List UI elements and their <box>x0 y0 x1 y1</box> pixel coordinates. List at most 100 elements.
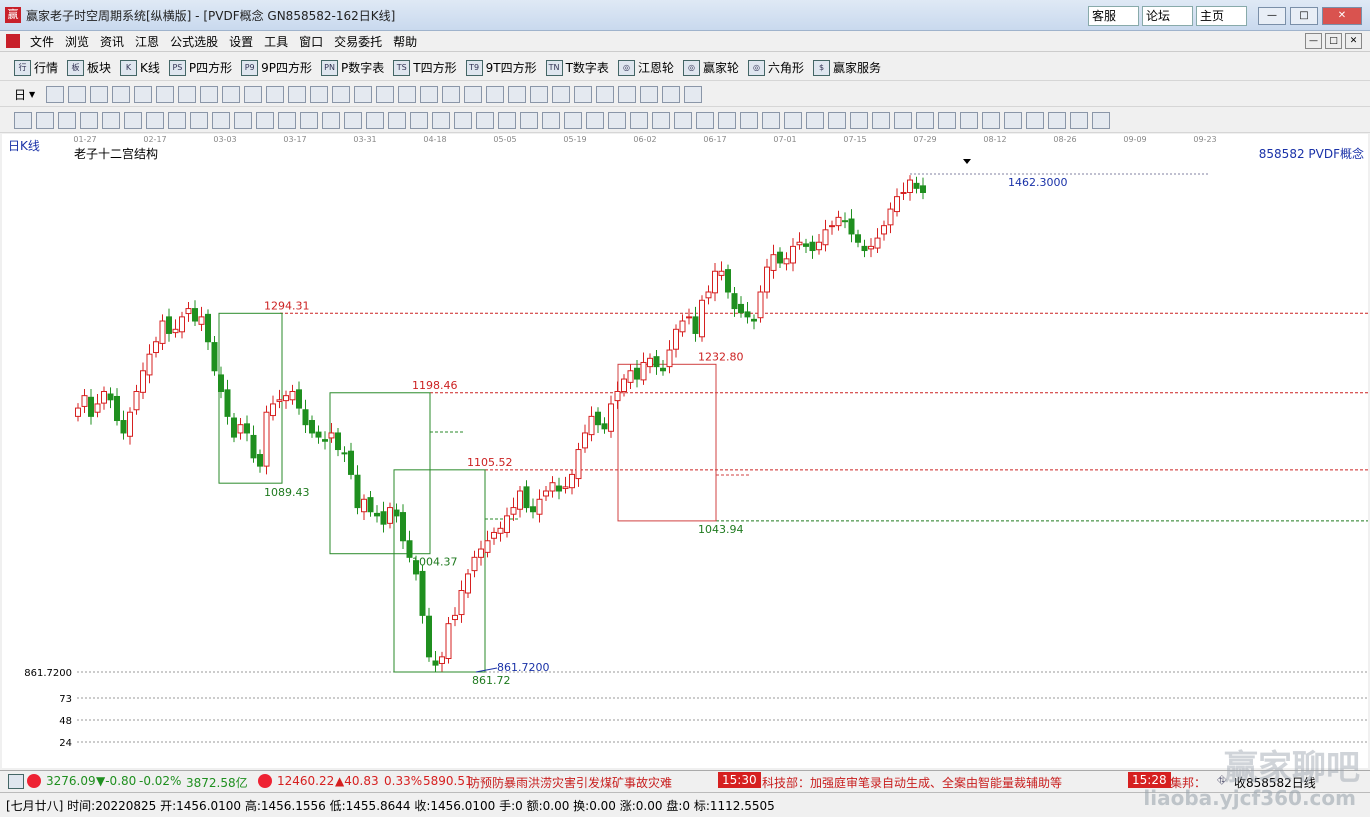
tool-icon[interactable] <box>112 86 130 103</box>
drawing-tool-icon[interactable] <box>806 112 824 129</box>
tool-icon[interactable] <box>310 86 328 103</box>
menu-item[interactable]: 设置 <box>229 33 253 50</box>
toolbar-button[interactable]: 行行情 <box>14 59 58 76</box>
mdi-restore-button[interactable]: □ <box>1325 33 1342 49</box>
drawing-tool-icon[interactable] <box>14 112 32 129</box>
news-ticker-2[interactable]: 科技部：加强庭审笔录自动生成、全案由智能量裁辅助等 <box>762 774 1062 791</box>
tool-icon[interactable] <box>552 86 570 103</box>
toolbar-button[interactable]: P9 9P四方形 <box>241 59 312 76</box>
drawing-tool-icon[interactable] <box>256 112 274 129</box>
tool-icon[interactable] <box>156 86 174 103</box>
drawing-tool-icon[interactable] <box>322 112 340 129</box>
period-select[interactable]: 日 ▼ <box>14 86 42 103</box>
drawing-tool-icon[interactable] <box>894 112 912 129</box>
tool-icon[interactable] <box>618 86 636 103</box>
drawing-tool-icon[interactable] <box>740 112 758 129</box>
drawing-tool-icon[interactable] <box>542 112 560 129</box>
mdi-close-button[interactable]: ✕ <box>1345 33 1362 49</box>
tool-icon[interactable] <box>332 86 350 103</box>
toolbar-button[interactable]: TS T四方形 <box>393 59 457 76</box>
menu-item[interactable]: 帮助 <box>393 33 417 50</box>
tool-icon[interactable] <box>68 86 86 103</box>
drawing-tool-icon[interactable] <box>102 112 120 129</box>
tool-icon[interactable] <box>266 86 284 103</box>
drawing-tool-icon[interactable] <box>366 112 384 129</box>
drawing-tool-icon[interactable] <box>212 112 230 129</box>
drawing-tool-icon[interactable] <box>1092 112 1110 129</box>
toolbar-button[interactable]: ◎ 赢家轮 <box>682 59 739 76</box>
drawing-tool-icon[interactable] <box>718 112 736 129</box>
drawing-tool-icon[interactable] <box>190 112 208 129</box>
tool-icon[interactable] <box>486 86 504 103</box>
tool-icon[interactable] <box>442 86 460 103</box>
toolbar-button[interactable]: PN P数字表 <box>321 59 384 76</box>
drawing-tool-icon[interactable] <box>630 112 648 129</box>
kline-chart-svg[interactable]: 01-27 02-17 03-03 03-17 03-31 04-18 05-05 05-19… <box>2 134 1368 768</box>
tool-icon[interactable] <box>46 86 64 103</box>
menu-item[interactable]: 交易委托 <box>334 33 382 50</box>
toolbar-button[interactable]: 板板块 <box>67 59 111 76</box>
menu-item[interactable]: 江恩 <box>135 33 159 50</box>
drawing-tool-icon[interactable] <box>762 112 780 129</box>
tool-icon[interactable] <box>90 86 108 103</box>
drawing-tool-icon[interactable] <box>564 112 582 129</box>
tool-icon[interactable] <box>464 86 482 103</box>
drawing-tool-icon[interactable] <box>872 112 890 129</box>
drawing-tool-icon[interactable] <box>674 112 692 129</box>
minimize-button[interactable]: — <box>1258 7 1286 25</box>
tool-icon[interactable] <box>662 86 680 103</box>
drawing-tool-icon[interactable] <box>608 112 626 129</box>
drawing-tool-icon[interactable] <box>938 112 956 129</box>
drawing-tool-icon[interactable] <box>1004 112 1022 129</box>
drawing-tool-icon[interactable] <box>476 112 494 129</box>
drawing-tool-icon[interactable] <box>432 112 450 129</box>
tool-icon[interactable] <box>574 86 592 103</box>
tool-icon[interactable] <box>508 86 526 103</box>
drawing-tool-icon[interactable] <box>300 112 318 129</box>
toolbar-button[interactable]: ◎ 江恩轮 <box>617 59 674 76</box>
toolbar-button[interactable]: TN T数字表 <box>545 59 609 76</box>
tool-icon[interactable] <box>398 86 416 103</box>
mdi-minimize-button[interactable]: — <box>1305 33 1322 49</box>
drawing-tool-icon[interactable] <box>982 112 1000 129</box>
drawing-tool-icon[interactable] <box>586 112 604 129</box>
tool-icon[interactable] <box>288 86 306 103</box>
menu-item[interactable]: 文件 <box>30 33 54 50</box>
drawing-tool-icon[interactable] <box>1070 112 1088 129</box>
forum-link[interactable]: 论坛 <box>1142 6 1193 26</box>
toolbar-button[interactable]: PS P四方形 <box>168 59 232 76</box>
news-ticker-1[interactable]: 防预防暴雨洪涝灾害引发煤矿事故灾难 <box>468 774 672 791</box>
drawing-tool-icon[interactable] <box>520 112 538 129</box>
maximize-button[interactable]: □ <box>1290 7 1318 25</box>
toolbar-button[interactable]: $ 赢家服务 <box>812 59 881 76</box>
menu-item[interactable]: 公式选股 <box>170 33 218 50</box>
drawing-tool-icon[interactable] <box>828 112 846 129</box>
drawing-tool-icon[interactable] <box>784 112 802 129</box>
tool-icon[interactable] <box>200 86 218 103</box>
drawing-tool-icon[interactable] <box>498 112 516 129</box>
tool-icon[interactable] <box>222 86 240 103</box>
drawing-tool-icon[interactable] <box>344 112 362 129</box>
tool-icon[interactable] <box>134 86 152 103</box>
drawing-tool-icon[interactable] <box>454 112 472 129</box>
close-button[interactable]: ✕ <box>1322 7 1362 25</box>
drawing-tool-icon[interactable] <box>146 112 164 129</box>
toolbar-button[interactable]: K K线 <box>120 59 160 76</box>
drawing-tool-icon[interactable] <box>410 112 428 129</box>
tool-icon[interactable] <box>596 86 614 103</box>
drawing-tool-icon[interactable] <box>696 112 714 129</box>
tool-icon[interactable] <box>244 86 262 103</box>
drawing-tool-icon[interactable] <box>234 112 252 129</box>
tool-icon[interactable] <box>354 86 372 103</box>
drawing-tool-icon[interactable] <box>1048 112 1066 129</box>
toolbar-button[interactable]: T9 9T四方形 <box>465 59 537 76</box>
menu-item[interactable]: 资讯 <box>100 33 124 50</box>
drawing-tool-icon[interactable] <box>652 112 670 129</box>
drawing-tool-icon[interactable] <box>168 112 186 129</box>
toolbar-button[interactable]: ◎ 六角形 <box>747 59 804 76</box>
drawing-tool-icon[interactable] <box>278 112 296 129</box>
home-link[interactable]: 主页 <box>1196 6 1247 26</box>
tool-icon[interactable] <box>376 86 394 103</box>
tool-icon[interactable] <box>684 86 702 103</box>
drawing-tool-icon[interactable] <box>80 112 98 129</box>
